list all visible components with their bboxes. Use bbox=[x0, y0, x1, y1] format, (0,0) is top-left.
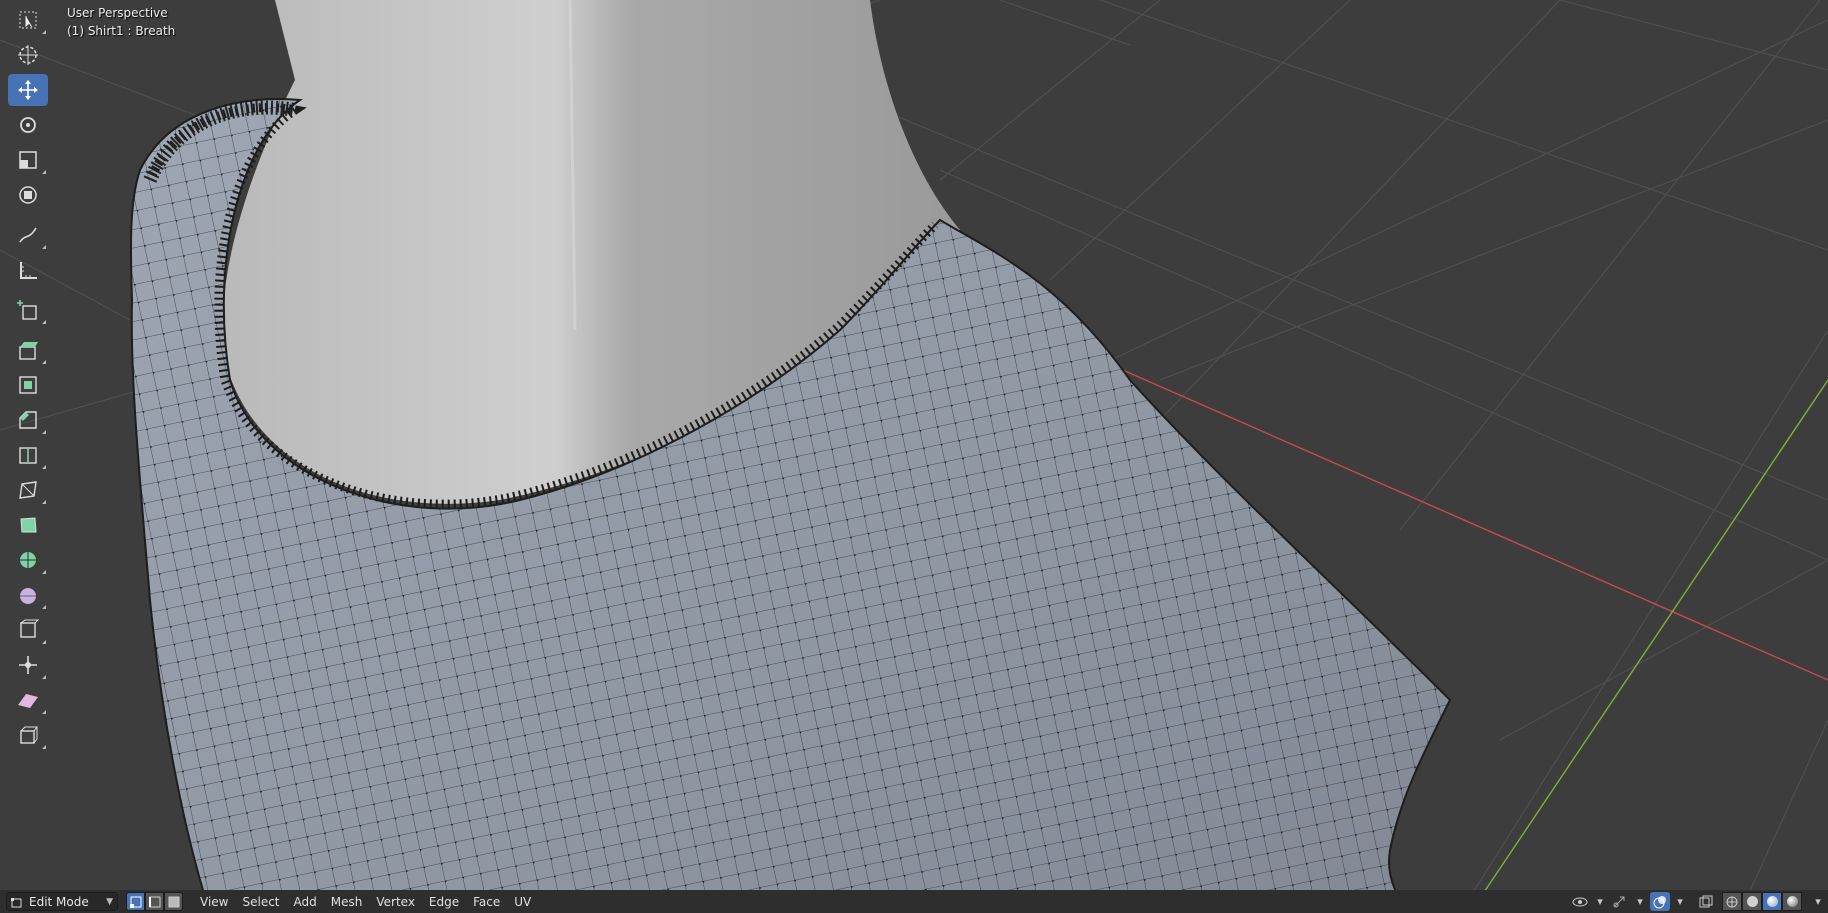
tool-shrink-fatten[interactable] bbox=[8, 649, 48, 681]
xray-icon bbox=[1699, 895, 1713, 907]
overlay-icon bbox=[1653, 895, 1666, 908]
add-cube-icon bbox=[17, 300, 37, 320]
select-box-icon bbox=[19, 11, 37, 29]
tool-transform[interactable] bbox=[8, 179, 48, 211]
active-object-label: (1) Shirt1 : Breath bbox=[67, 24, 176, 38]
chevron-down-icon: ▼ bbox=[106, 896, 113, 907]
spin-icon bbox=[20, 552, 36, 568]
knife-icon bbox=[19, 481, 37, 499]
shading-dropdown[interactable]: ▾ bbox=[1808, 892, 1828, 911]
measure-icon bbox=[20, 262, 37, 279]
gizmo-icon bbox=[1613, 896, 1625, 907]
chevron-down-icon: ▾ bbox=[1677, 895, 1683, 908]
tool-poly-build[interactable] bbox=[8, 509, 48, 541]
tool-add-cube[interactable] bbox=[8, 294, 48, 326]
menu-select[interactable]: Select bbox=[235, 893, 286, 911]
smooth-icon bbox=[20, 588, 36, 604]
gizmo-button[interactable] bbox=[1610, 892, 1630, 911]
tool-cursor[interactable] bbox=[8, 39, 48, 71]
transform-icon bbox=[19, 186, 37, 204]
cursor-icon bbox=[18, 45, 38, 65]
tool-select-box[interactable] bbox=[8, 4, 48, 36]
face-select-icon bbox=[168, 896, 179, 907]
rendered-shading-icon bbox=[1786, 896, 1798, 907]
menu-uv[interactable]: UV bbox=[507, 893, 538, 911]
tool-extrude[interactable] bbox=[8, 334, 48, 366]
solid-shading-button[interactable] bbox=[1742, 892, 1762, 911]
bevel-icon bbox=[19, 411, 37, 429]
annotate-icon bbox=[19, 227, 37, 243]
extrude-icon bbox=[19, 342, 38, 360]
edge-select-icon bbox=[148, 896, 160, 907]
vertex-select-button[interactable] bbox=[126, 892, 145, 911]
viewport-header: Edit Mode ▼ View Select Add Mesh Vertex … bbox=[0, 890, 1828, 913]
menu-view[interactable]: View bbox=[193, 893, 235, 911]
rendered-shading-button[interactable] bbox=[1782, 892, 1802, 911]
shrink-fatten-icon bbox=[19, 656, 37, 674]
visibility-dropdown[interactable]: ▾ bbox=[1590, 892, 1610, 911]
overlay-dropdown[interactable]: ▾ bbox=[1670, 892, 1690, 911]
chevron-down-icon: ▾ bbox=[1815, 895, 1821, 908]
mode-label: Edit Mode bbox=[29, 894, 89, 909]
header-menu: View Select Add Mesh Vertex Edge Face UV bbox=[193, 893, 538, 911]
material-shading-icon bbox=[1766, 896, 1778, 907]
move-icon bbox=[18, 80, 38, 100]
menu-face[interactable]: Face bbox=[466, 893, 507, 911]
mode-dropdown[interactable]: Edit Mode ▼ bbox=[6, 892, 118, 911]
viewport-scene bbox=[0, 0, 1828, 913]
tool-move[interactable] bbox=[8, 74, 48, 106]
tool-annotate[interactable] bbox=[8, 219, 48, 251]
tool-shelf bbox=[8, 4, 50, 754]
poly-build-icon bbox=[20, 517, 37, 533]
tool-measure[interactable] bbox=[8, 254, 48, 286]
wireframe-shading-icon bbox=[1726, 896, 1738, 907]
tool-shear[interactable] bbox=[8, 684, 48, 716]
tool-edge-slide[interactable] bbox=[8, 614, 48, 646]
solid-shading-icon bbox=[1746, 896, 1758, 907]
chevron-down-icon: ▾ bbox=[1637, 895, 1643, 908]
chevron-down-icon: ▾ bbox=[1597, 895, 1603, 908]
gizmo-dropdown[interactable]: ▾ bbox=[1630, 892, 1650, 911]
menu-mesh[interactable]: Mesh bbox=[324, 893, 370, 911]
material-shading-button[interactable] bbox=[1762, 892, 1782, 911]
tool-knife[interactable] bbox=[8, 474, 48, 506]
y-axis-line bbox=[1469, 379, 1828, 913]
select-mode-group bbox=[126, 892, 183, 911]
vertex-select-icon bbox=[129, 896, 141, 908]
overlay-button[interactable] bbox=[1650, 892, 1670, 911]
wireframe-shading-button[interactable] bbox=[1722, 892, 1742, 911]
scale-icon bbox=[19, 151, 37, 169]
rotate-icon bbox=[20, 117, 36, 133]
tool-loop-cut[interactable] bbox=[8, 439, 48, 471]
inset-icon bbox=[19, 376, 37, 394]
edge-select-button[interactable] bbox=[145, 892, 164, 911]
tool-scale[interactable] bbox=[8, 144, 48, 176]
shading-mode-group bbox=[1722, 892, 1802, 911]
view-title: User Perspective bbox=[67, 6, 168, 20]
menu-add[interactable]: Add bbox=[287, 893, 324, 911]
menu-vertex[interactable]: Vertex bbox=[369, 893, 422, 911]
visibility-icon bbox=[1572, 897, 1588, 906]
face-select-button[interactable] bbox=[164, 892, 183, 911]
xray-button[interactable] bbox=[1696, 892, 1716, 911]
tool-rip[interactable] bbox=[8, 719, 48, 751]
tool-rotate[interactable] bbox=[8, 109, 48, 141]
tool-smooth[interactable] bbox=[8, 579, 48, 611]
loop-cut-icon bbox=[19, 447, 37, 464]
header-right-controls: ▾ ▾ ▾ ▾ bbox=[1570, 892, 1828, 911]
visibility-button[interactable] bbox=[1570, 892, 1590, 911]
tool-spin[interactable] bbox=[8, 544, 48, 576]
rip-icon bbox=[20, 726, 38, 744]
tool-bevel[interactable] bbox=[8, 404, 48, 436]
3d-viewport[interactable]: User Perspective (1) Shirt1 : Breath bbox=[0, 0, 1828, 913]
edit-mode-icon bbox=[11, 897, 22, 907]
shear-icon bbox=[18, 694, 38, 708]
tool-inset[interactable] bbox=[8, 369, 48, 401]
edge-slide-icon bbox=[20, 619, 39, 638]
menu-edge[interactable]: Edge bbox=[422, 893, 466, 911]
